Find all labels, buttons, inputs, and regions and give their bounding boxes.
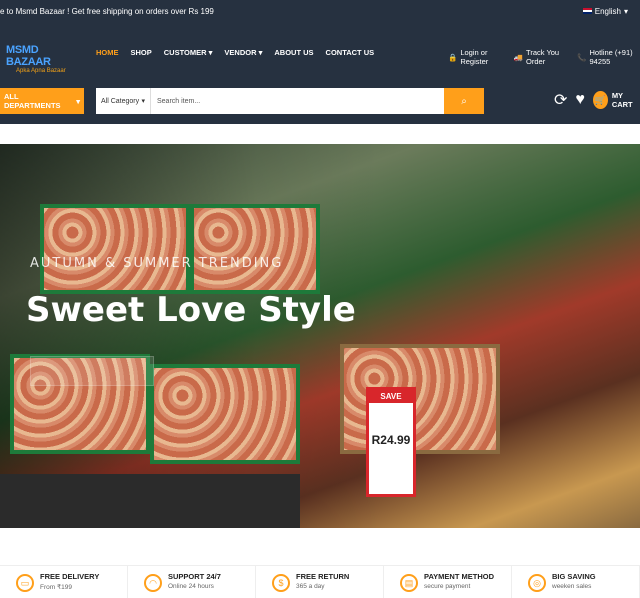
hero-button[interactable] xyxy=(30,356,154,386)
heart-icon[interactable]: ♥ xyxy=(575,91,585,109)
category-select[interactable]: All Category ▾ xyxy=(96,88,151,114)
header-links: 🔒 Login or Register 🚚 Track You Order 📞 Hot… xyxy=(448,48,640,66)
card-icon: ▤ xyxy=(400,574,418,592)
nav-vendor[interactable]: VENDOR ▾ xyxy=(224,48,262,57)
nav-shop[interactable]: SHOP xyxy=(131,48,152,57)
logo-tagline: Apka Apna Bazaar xyxy=(16,68,66,74)
search-input[interactable]: Search item... xyxy=(151,98,444,105)
logo[interactable]: MSMD BAZAAR Apka Apna Bazaar xyxy=(6,44,70,74)
feature-payment: ▤ PAYMENT METHOD secure payment xyxy=(384,566,512,598)
phone-icon: 📞 xyxy=(577,52,587,62)
return-icon: $ xyxy=(272,574,290,592)
nav-contact[interactable]: CONTACT US xyxy=(326,48,375,57)
nav-customer[interactable]: CUSTOMER ▾ xyxy=(164,48,213,57)
search-bar: ALL DEPARTMENTS ▾ All Category ▾ Search … xyxy=(0,82,640,124)
hero-subtitle: AUTUMN & SUMMER TRENDING xyxy=(30,256,284,271)
shelf xyxy=(0,474,300,528)
fruit-crate xyxy=(40,204,190,294)
cart-label: MY CART xyxy=(611,91,633,109)
chevron-down-icon: ▾ xyxy=(76,96,80,106)
feature-big-saving: ◎ BIG SAVING weeken sales xyxy=(512,566,640,598)
login-link[interactable]: 🔒 Login or Register xyxy=(448,48,504,66)
main-nav: HOME SHOP CUSTOMER ▾ VENDOR ▾ ABOUT US C… xyxy=(96,48,374,57)
fruit-crate xyxy=(340,344,500,454)
hotline-text: 📞 Hotline (+91) 94255 xyxy=(577,48,633,66)
logo-name: MSMD BAZAAR xyxy=(6,44,51,68)
truck-icon: ▭ xyxy=(16,574,34,592)
price-sign: SAVE R24.99 xyxy=(366,387,416,497)
features-strip: ▭ FREE DELIVERY From ₹199 ◠ SUPPORT 24/7 O… xyxy=(0,565,640,598)
feature-free-delivery: ▭ FREE DELIVERY From ₹199 xyxy=(0,566,128,598)
feature-free-return: $ FREE RETURN 365 a day xyxy=(256,566,384,598)
hero-banner[interactable]: SAVE R24.99 AUTUMN & SUMMER TRENDING Swe… xyxy=(0,144,640,528)
track-order-link[interactable]: 🚚 Track You Order xyxy=(514,48,567,66)
uk-flag-icon xyxy=(582,8,592,14)
fruit-crate xyxy=(150,364,300,464)
refresh-icon[interactable]: ⟳ xyxy=(554,90,567,110)
all-departments-button[interactable]: ALL DEPARTMENTS ▾ xyxy=(0,88,84,114)
top-bar: e to Msmd Bazaar ! Get free shipping on … xyxy=(0,0,640,22)
lock-icon: 🔒 xyxy=(448,52,458,62)
chevron-down-icon: ▾ xyxy=(623,6,628,16)
feature-support: ◠ SUPPORT 24/7 Online 24 hours xyxy=(128,566,256,598)
announcement-text: e to Msmd Bazaar ! Get free shipping on … xyxy=(0,6,214,16)
coins-icon: ◎ xyxy=(528,574,546,592)
hero-title: Sweet Love Style xyxy=(26,290,356,330)
search-icon: ⌕ xyxy=(461,95,467,107)
headset-icon: ◠ xyxy=(144,574,162,592)
truck-icon: 🚚 xyxy=(513,52,524,62)
nav-about[interactable]: ABOUT US xyxy=(274,48,313,57)
cart-button[interactable]: 🛒 MY CART xyxy=(592,91,640,109)
search-button[interactable]: ⌕ xyxy=(444,88,484,114)
language-label: English xyxy=(594,6,621,16)
search-box: All Category ▾ Search item... ⌕ xyxy=(96,88,484,114)
nav-home[interactable]: HOME xyxy=(96,48,119,57)
language-selector[interactable]: English ▾ xyxy=(582,6,628,16)
cart-icon: 🛒 xyxy=(592,91,608,109)
fruit-crate xyxy=(190,204,320,294)
chevron-down-icon: ▾ xyxy=(141,98,145,105)
header-icons: ⟳ ♥ 🛒 MY CART xyxy=(554,90,640,110)
main-header: MSMD BAZAAR Apka Apna Bazaar HOME SHOP C… xyxy=(0,22,640,82)
